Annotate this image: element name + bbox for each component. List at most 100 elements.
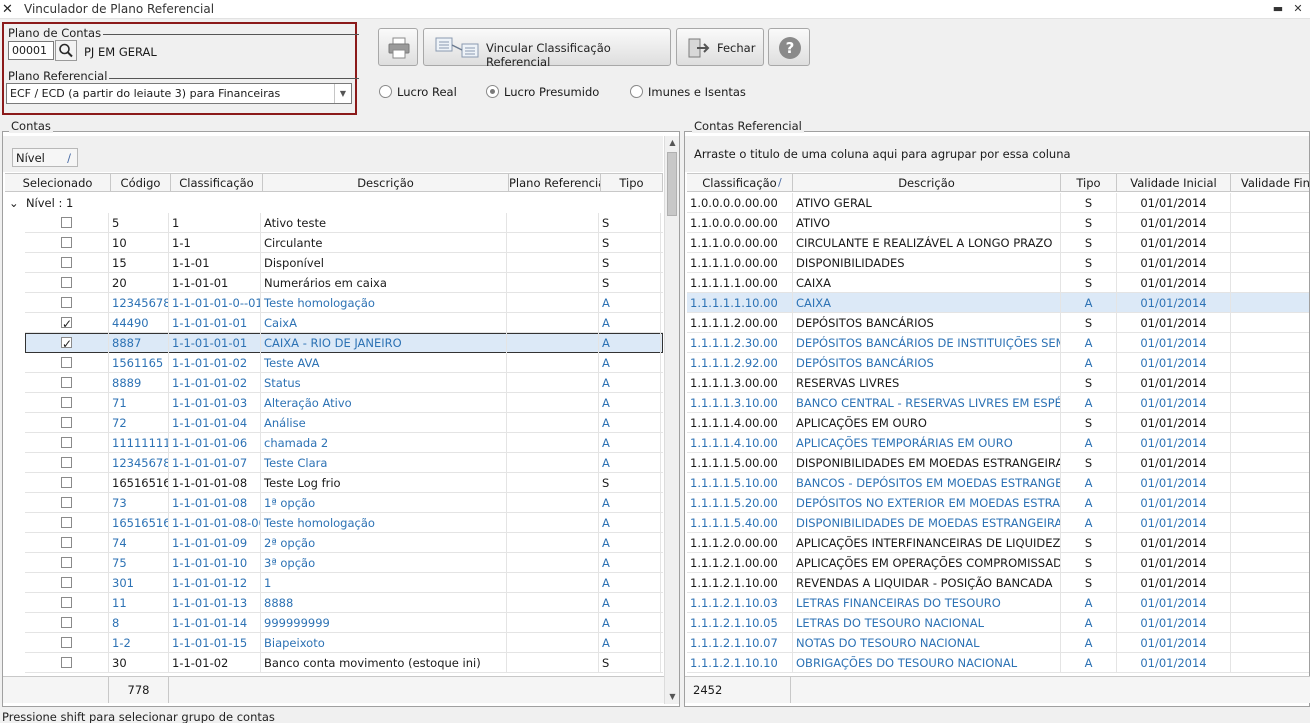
radio-dot-selected[interactable] (486, 85, 499, 98)
radio-dot[interactable] (379, 85, 392, 98)
select-cell[interactable] (25, 593, 109, 613)
table-row[interactable]: 1651651661-1-01-01-08-00Teste homologaçã… (25, 513, 663, 533)
table-row[interactable]: 10 1-1 Circulante S (25, 233, 663, 253)
row-checkbox[interactable] (61, 557, 72, 568)
table-row[interactable]: 1.1.1.1.0.00.00 DISPONIBILIDADES S 01/01/20… (687, 253, 1309, 273)
plano-contas-code-input[interactable]: 00001 (8, 41, 54, 60)
table-row[interactable]: 1.1.1.1.2.30.00 DEPÓSITOS BANCÁRIOS DE IN… (687, 333, 1309, 353)
row-checkbox[interactable] (61, 257, 72, 268)
select-cell[interactable] (25, 433, 109, 453)
table-row[interactable]: 1.1.1.2.1.10.10 OBRIGAÇÕES DO TESOURO NAC… (687, 653, 1309, 673)
table-row[interactable]: 1.1.1.1.2.00.00 DEPÓSITOS BANCÁRIOS S 01/01… (687, 313, 1309, 333)
select-cell[interactable] (25, 413, 109, 433)
table-row[interactable]: 1.1.1.1.5.20.00 DEPÓSITOS NO EXTERIOR EM … (687, 493, 1309, 513)
select-cell[interactable] (25, 253, 109, 273)
row-checkbox[interactable] (61, 637, 72, 648)
table-row[interactable]: 1234567891-1-01-01-0--01Teste homologaçã… (25, 293, 663, 313)
select-cell[interactable] (25, 513, 109, 533)
table-row[interactable]: 1.1.1.1.1.00.00 CAIXA S 01/01/2014 (687, 273, 1309, 293)
row-checkbox[interactable] (61, 457, 72, 468)
select-cell[interactable] (25, 333, 109, 353)
row-checkbox[interactable] (61, 497, 72, 508)
search-button[interactable] (55, 40, 77, 61)
scroll-thumb[interactable] (667, 152, 677, 216)
fechar-button[interactable]: Fechar (676, 28, 764, 66)
select-cell[interactable] (25, 553, 109, 573)
contas-scrollbar[interactable]: ▲ ▼ (664, 136, 679, 704)
select-cell[interactable] (25, 453, 109, 473)
row-checkbox[interactable] (61, 657, 72, 668)
column-header[interactable]: Descrição (263, 174, 509, 192)
row-checkbox[interactable] (61, 277, 72, 288)
table-row[interactable]: 1.1.1.2.1.10.05 LETRAS DO TESOURO NACIONA… (687, 613, 1309, 633)
table-row[interactable]: 88871-1-01-01-01CAIXA - RIO DE JANEIRO A (25, 333, 663, 353)
row-checkbox[interactable] (61, 517, 72, 528)
table-row[interactable]: 1.0.0.0.0.00.00 ATIVO GERAL S 01/01/2014 (687, 193, 1309, 213)
select-cell[interactable] (25, 313, 109, 333)
select-cell[interactable] (25, 573, 109, 593)
row-checkbox[interactable] (61, 357, 72, 368)
table-row[interactable]: 8889 1-1-01-01-02 Status A (25, 373, 663, 393)
table-row[interactable]: 1.1.1.2.1.10.00 REVENDAS A LIQUIDAR - POS… (687, 573, 1309, 593)
table-row[interactable]: 1.1.1.2.1.00.00 APLICAÇÕES EM OPERAÇÕES C… (687, 553, 1309, 573)
print-button[interactable] (378, 28, 418, 66)
help-button[interactable]: ? (768, 28, 810, 66)
group-row[interactable]: ⌄ Nível : 1 (3, 193, 663, 213)
minimize-button[interactable]: ▬ (1270, 1, 1286, 17)
table-row[interactable]: 1.1.1.1.3.00.00 RESERVAS LIVRES S 01/01/201… (687, 373, 1309, 393)
collapse-icon[interactable]: ⌄ (9, 196, 19, 210)
table-row[interactable]: 1.1.1.1.2.92.00 DEPÓSITOS BANCÁRIOS A 01/01… (687, 353, 1309, 373)
row-checkbox[interactable] (61, 477, 72, 488)
row-checkbox[interactable] (61, 617, 72, 628)
table-row[interactable]: 1.1.0.0.0.00.00 ATIVO S 01/01/2014 (687, 213, 1309, 233)
radio-dot[interactable] (630, 85, 643, 98)
table-row[interactable]: 1.1.1.2.0.00.00 APLICAÇÕES INTERFINANCEIR… (687, 533, 1309, 553)
select-cell[interactable] (25, 473, 109, 493)
table-row[interactable]: 1.1.1.1.4.00.00 APLICAÇÕES EM OURO S 01/01/… (687, 413, 1309, 433)
row-checkbox[interactable] (61, 334, 72, 353)
scroll-up-icon[interactable]: ▲ (665, 138, 680, 147)
select-cell[interactable] (25, 613, 109, 633)
table-row[interactable]: 75 1-1-01-01-10 3ª opção A (25, 553, 663, 573)
scroll-down-icon[interactable]: ▼ (665, 692, 680, 701)
chevron-down-icon[interactable]: ▼ (334, 84, 351, 103)
column-header[interactable]: Código (111, 174, 171, 192)
select-cell[interactable] (25, 373, 109, 393)
table-row[interactable]: 1.1.1.1.3.10.00 BANCO CENTRAL - RESERVAS … (687, 393, 1309, 413)
table-row[interactable]: 71 1-1-01-01-03 Alteração Ativo A (25, 393, 663, 413)
table-row[interactable]: 30 1-1-01-02 Banco conta movimento (estoqu… (25, 653, 663, 673)
table-row[interactable]: 301 1-1-01-01-12 1 A (25, 573, 663, 593)
row-checkbox[interactable] (61, 377, 72, 388)
row-checkbox[interactable] (61, 397, 72, 408)
table-row[interactable]: 72 1-1-01-01-04 Análise A (25, 413, 663, 433)
column-header[interactable]: Plano Referencial (509, 174, 601, 192)
table-row[interactable]: 1-2 1-1-01-01-15 Biapeixoto A (25, 633, 663, 653)
column-header[interactable]: Tipo (601, 174, 663, 192)
column-header[interactable]: Validade Final (1231, 174, 1310, 192)
column-header[interactable]: Tipo (1061, 174, 1117, 192)
row-checkbox[interactable] (61, 297, 72, 308)
column-header[interactable]: Validade Inicial (1117, 174, 1231, 192)
plano-referencial-select[interactable]: ECF / ECD (a partir do leiaute 3) para F… (6, 83, 352, 104)
table-row[interactable]: 1.1.1.1.5.40.00 DISPONIBILIDADES DE MOEDA… (687, 513, 1309, 533)
select-cell[interactable] (25, 353, 109, 373)
table-row[interactable]: 1561165 1-1-01-01-02 Teste AVA A (25, 353, 663, 373)
table-row[interactable]: 1.1.1.0.0.00.00 CIRCULANTE E REALIZÁVEL A… (687, 233, 1309, 253)
table-row[interactable]: 1651651651-1-01-01-08Teste Log frio S (25, 473, 663, 493)
row-checkbox[interactable] (61, 417, 72, 428)
row-checkbox[interactable] (61, 437, 72, 448)
table-row[interactable]: 11111111.11-1-01-01-06chamada 2 A (25, 433, 663, 453)
select-cell[interactable] (25, 393, 109, 413)
column-header[interactable]: Descrição (793, 174, 1061, 192)
row-checkbox[interactable] (61, 314, 72, 333)
table-row[interactable]: 8 1-1-01-01-14 999999999 A (25, 613, 663, 633)
row-checkbox[interactable] (61, 537, 72, 548)
row-checkbox[interactable] (61, 237, 72, 248)
table-row[interactable]: 11 1-1-01-01-13 8888 A (25, 593, 663, 613)
table-row[interactable]: 5 1 Ativo teste S (25, 213, 663, 233)
table-row[interactable]: 1234567891-1-01-01-07Teste Clara A (25, 453, 663, 473)
table-row[interactable]: 1.1.1.1.4.10.00 APLICAÇÕES TEMPORÁRIAS EM… (687, 433, 1309, 453)
select-cell[interactable] (25, 493, 109, 513)
row-checkbox[interactable] (61, 597, 72, 608)
table-row[interactable]: 15 1-1-01 Disponível S (25, 253, 663, 273)
